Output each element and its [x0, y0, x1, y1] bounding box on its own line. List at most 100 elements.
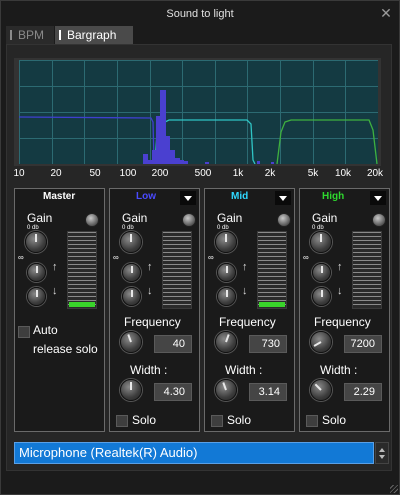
mid-width-knob[interactable]: [215, 379, 237, 401]
close-icon[interactable]: ✕: [379, 6, 393, 20]
low-gain-label: Gain: [122, 211, 148, 225]
spectrum-bar: [175, 158, 180, 164]
mid-meter-fill: [259, 302, 285, 307]
high-frequency-knob[interactable]: [310, 331, 332, 353]
master-title: Master: [43, 191, 76, 202]
high-up-knob[interactable]: [312, 263, 331, 282]
high-infinity-label: ∞: [303, 253, 309, 262]
down-arrow-icon: ↓: [242, 285, 248, 297]
frequency-tick-label: 200: [151, 168, 169, 179]
spectrum-bar: [257, 161, 260, 164]
high-band-curve: [276, 119, 378, 165]
high-frequency-value[interactable]: 7200: [344, 335, 382, 353]
window-title: Sound to light: [166, 8, 234, 20]
mid-solo-label: Solo: [227, 413, 252, 427]
device-spinner[interactable]: [375, 442, 389, 464]
high-level-meter: [352, 231, 382, 309]
resize-grip-icon[interactable]: [390, 485, 398, 493]
tab-bargraph-label: Bargraph: [67, 28, 117, 42]
spectrum-bar: [166, 136, 170, 164]
spectrum-bar: [180, 160, 184, 164]
spectrum-svg: [18, 60, 379, 165]
up-arrow-icon: ↑: [147, 261, 153, 273]
high-width-value[interactable]: 2.29: [344, 383, 382, 401]
spectrum-bar: [184, 161, 188, 164]
frequency-tick-label: 500: [194, 168, 212, 179]
low-section: Low Gain 0 db ∞ ↑ ↓ Frequency 40 Width :…: [109, 188, 200, 432]
high-band-dropdown[interactable]: [370, 191, 386, 205]
title-bar[interactable]: Sound to light ✕: [1, 1, 399, 27]
mid-title: Mid: [231, 191, 249, 202]
mid-width-value[interactable]: 3.14: [249, 383, 287, 401]
frequency-tick-label: 2k: [264, 168, 276, 179]
mid-section: Mid Gain 0 db ∞ ↑ ↓ Frequency 730 Width …: [204, 188, 295, 432]
tab-marker-icon: [10, 30, 12, 40]
spectrum-bar: [152, 150, 156, 164]
down-arrow-icon: ↓: [147, 285, 153, 297]
master-infinity-label: ∞: [18, 253, 24, 262]
mid-frequency-value[interactable]: 730: [249, 335, 287, 353]
high-gain-knob[interactable]: [310, 231, 332, 253]
low-solo-checkbox[interactable]: [116, 415, 128, 427]
low-infinity-label: ∞: [113, 253, 119, 262]
low-width-knob[interactable]: [120, 379, 142, 401]
auto-release-label: Auto: [33, 323, 58, 337]
spectrum-bar: [170, 150, 175, 164]
down-arrow-icon: ↓: [337, 285, 343, 297]
mid-frequency-label: Frequency: [219, 315, 276, 329]
spectrum-graph: [18, 60, 379, 165]
high-solo-checkbox[interactable]: [306, 415, 318, 427]
mid-gain-label: Gain: [217, 211, 243, 225]
low-up-knob[interactable]: [122, 263, 141, 282]
mid-frequency-knob[interactable]: [215, 331, 237, 353]
tab-bpm-label: BPM: [18, 28, 45, 42]
frequency-tick-label: 100: [119, 168, 137, 179]
mid-level-meter: [257, 231, 287, 309]
tab-bpm[interactable]: BPM: [6, 26, 54, 44]
low-indicator-led: [182, 213, 196, 227]
frequency-tick-label: 10: [13, 168, 25, 179]
up-arrow-icon: ↑: [52, 261, 58, 273]
mid-solo-checkbox[interactable]: [211, 415, 223, 427]
low-band-dropdown[interactable]: [180, 191, 196, 205]
mid-indicator-led: [277, 213, 291, 227]
input-device-select[interactable]: Microphone (Realtek(R) Audio): [14, 442, 374, 464]
auto-release-label-line2: release solo: [33, 342, 98, 356]
mid-gain-knob[interactable]: [215, 231, 237, 253]
tab-bargraph[interactable]: Bargraph: [55, 26, 133, 44]
high-gain-label: Gain: [312, 211, 338, 225]
frequency-tick-label: 20: [50, 168, 62, 179]
low-gain-knob[interactable]: [120, 231, 142, 253]
frequency-tick-label: 5k: [307, 168, 319, 179]
mid-infinity-label: ∞: [208, 253, 214, 262]
mid-down-knob[interactable]: [217, 287, 236, 306]
spectrum-bar: [271, 162, 274, 164]
high-frequency-label: Frequency: [314, 315, 371, 329]
spectrum-bar: [143, 154, 148, 164]
up-arrow-icon: ↑: [337, 261, 343, 273]
auto-release-checkbox[interactable]: [18, 326, 30, 338]
high-width-label: Width :: [320, 363, 358, 377]
master-indicator-led: [85, 213, 99, 227]
master-gain-label: Gain: [27, 211, 53, 225]
frequency-tick-label: 10k: [334, 168, 352, 179]
low-width-value[interactable]: 4.30: [154, 383, 192, 401]
low-down-knob[interactable]: [122, 287, 141, 306]
mid-width-label: Width :: [225, 363, 263, 377]
high-width-knob[interactable]: [310, 379, 332, 401]
frequency-tick-label: 20k: [366, 168, 384, 179]
low-frequency-value[interactable]: 40: [154, 335, 192, 353]
high-down-knob[interactable]: [312, 287, 331, 306]
master-down-knob[interactable]: [27, 287, 46, 306]
mid-up-knob[interactable]: [217, 263, 236, 282]
frequency-axis: 10 20 50 100 200 500 1k 2k 5k 10k 20k: [0, 168, 400, 180]
master-section: Master Gain 0 db ∞ ↑ ↓ Auto release solo: [14, 188, 105, 432]
master-gain-knob[interactable]: [25, 231, 47, 253]
high-title: High: [322, 191, 345, 202]
mid-band-dropdown[interactable]: [275, 191, 291, 205]
low-frequency-knob[interactable]: [120, 331, 142, 353]
low-width-label: Width :: [130, 363, 168, 377]
low-title: Low: [136, 191, 156, 202]
master-meter-fill: [69, 302, 95, 307]
master-up-knob[interactable]: [27, 263, 46, 282]
